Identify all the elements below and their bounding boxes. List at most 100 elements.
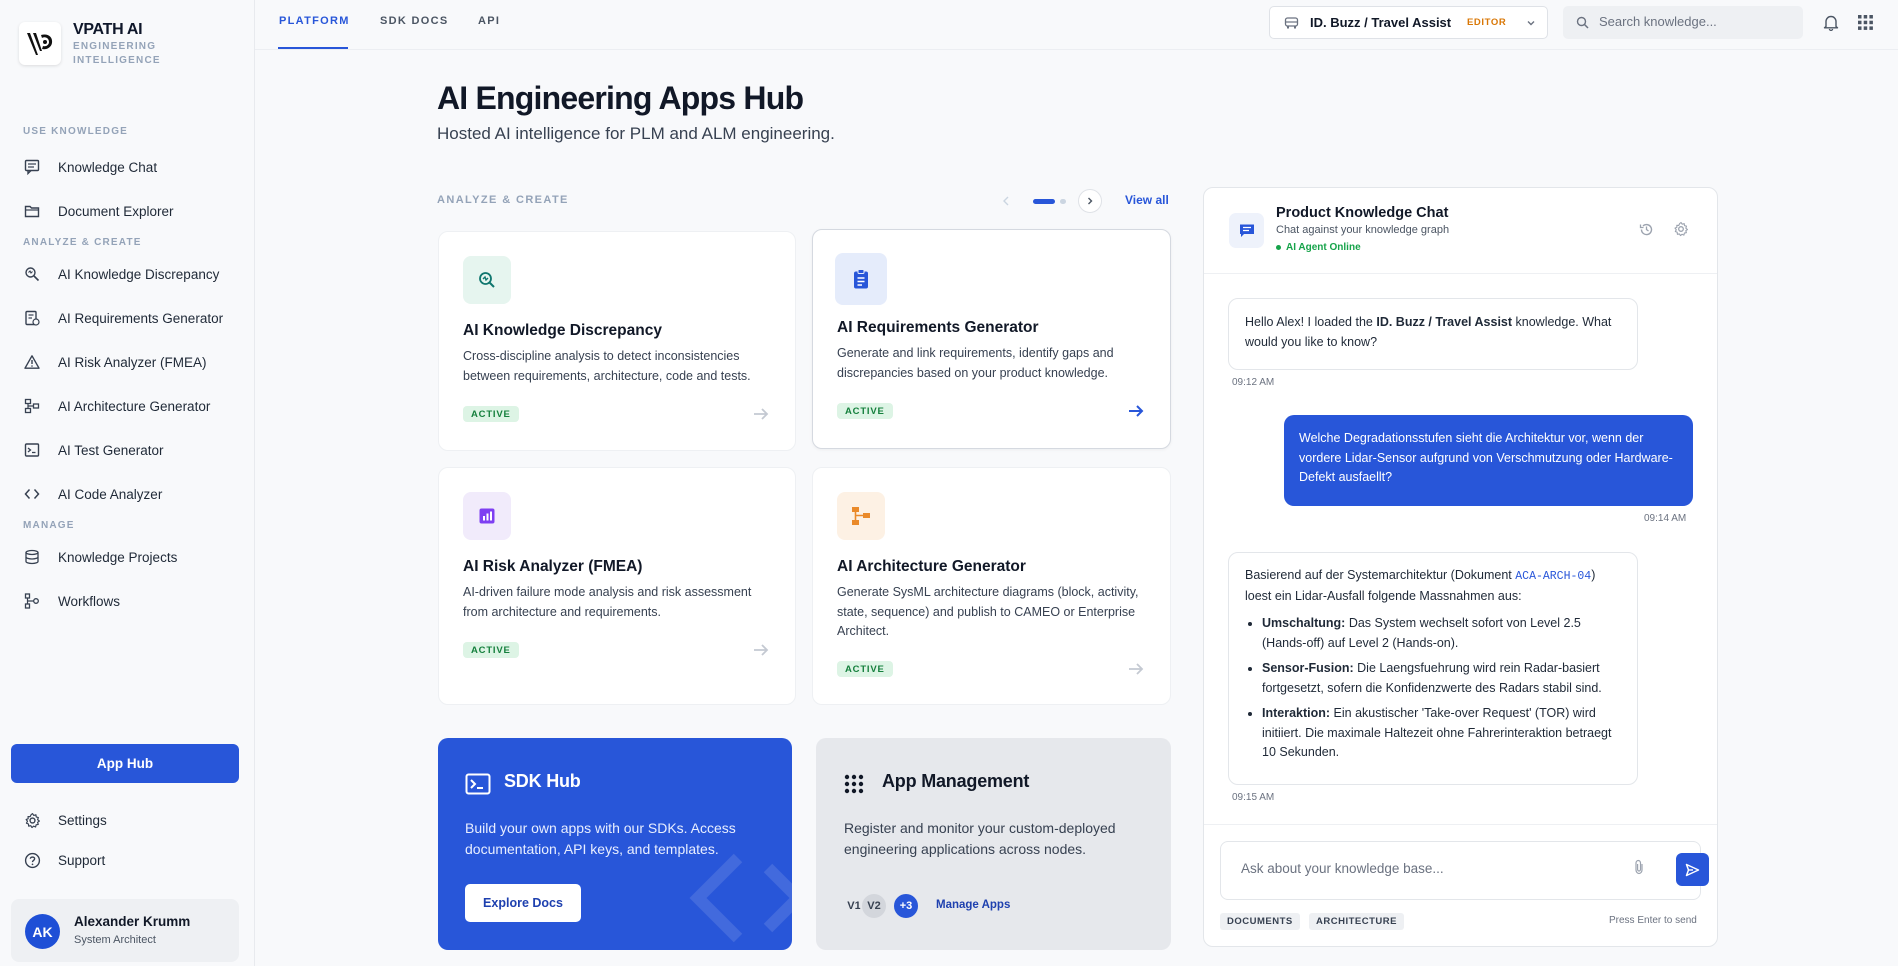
card-description: AI-driven failure mode analysis and risk… <box>463 585 752 619</box>
checklist-icon <box>23 309 41 327</box>
brand-title: VPATH AI <box>73 21 143 38</box>
sidebar-item-label: AI Knowledge Discrepancy <box>58 266 220 282</box>
sidebar-item-settings[interactable]: Settings <box>11 802 243 838</box>
version-badge: +3 <box>892 892 920 920</box>
sidebar-item-label: AI Test Generator <box>58 442 164 458</box>
app-card-requirements-generator[interactable]: AI Requirements Generator Generate and l… <box>812 229 1171 449</box>
list-item-label: Interaktion: <box>1262 706 1331 720</box>
grid-dots-icon <box>844 774 864 794</box>
active-tab-indicator <box>278 47 348 49</box>
history-icon[interactable] <box>1639 222 1654 237</box>
card-description: Generate SysML architecture diagrams (bl… <box>837 585 1139 638</box>
context-chip[interactable]: ARCHITECTURE <box>1309 913 1404 930</box>
app-card-knowledge-discrepancy[interactable]: AI Knowledge Discrepancy Cross-disciplin… <box>438 231 796 451</box>
sidebar-item-ai-knowledge-discrepancy[interactable]: AI Knowledge Discrepancy <box>11 256 243 292</box>
logo-icon <box>27 32 53 55</box>
project-name: ID. Buzz / Travel Assist <box>1310 15 1452 30</box>
sdk-hub-description: Build your own apps with our SDKs. Acces… <box>465 820 736 857</box>
sidebar-item-workflows[interactable]: Workflows <box>11 583 243 619</box>
chat-input-container[interactable] <box>1220 841 1709 900</box>
status-badge: ACTIVE <box>837 661 893 677</box>
app-card-architecture-generator[interactable]: AI Architecture Generator Generate SysML… <box>812 467 1171 705</box>
architecture-icon <box>837 492 885 540</box>
chat-input[interactable] <box>1241 861 1621 876</box>
tab-platform[interactable]: PLATFORM <box>279 15 350 27</box>
user-profile[interactable]: AK Alexander Krumm System Architect <box>11 899 239 962</box>
context-chip[interactable]: DOCUMENTS <box>1220 913 1300 930</box>
message-text-bold: ID. Buzz / Travel Assist <box>1376 315 1513 329</box>
message-timestamp: 09:15 AM <box>1232 792 1275 803</box>
page-subtitle: Hosted AI intelligence for PLM and ALM e… <box>437 124 835 143</box>
chevron-down-icon <box>1526 18 1536 28</box>
project-selector[interactable]: ID. Buzz / Travel Assist EDITOR <box>1269 6 1548 39</box>
sidebar-item-ai-requirements-generator[interactable]: AI Requirements Generator <box>11 300 243 336</box>
carousel-prev-icon[interactable] <box>998 194 1014 208</box>
explore-docs-button[interactable]: Explore Docs <box>465 884 581 922</box>
sidebar-item-knowledge-chat[interactable]: Knowledge Chat <box>11 149 243 185</box>
search-input[interactable] <box>1599 14 1794 29</box>
agent-status: AI Agent Online <box>1276 242 1361 253</box>
send-icon <box>1685 863 1700 876</box>
sidebar-item-label: Knowledge Projects <box>58 549 178 565</box>
send-button[interactable] <box>1676 853 1709 886</box>
arrow-right-icon[interactable] <box>1126 659 1146 679</box>
card-description: Generate and link requirements, identify… <box>837 346 1114 380</box>
search-sparkle-icon <box>23 265 41 283</box>
card-title: AI Knowledge Discrepancy <box>463 322 662 339</box>
sidebar-item-ai-architecture-generator[interactable]: AI Architecture Generator <box>11 388 243 424</box>
paperclip-icon[interactable] <box>1632 859 1646 875</box>
sidebar-item-ai-risk-analyzer[interactable]: AI Risk Analyzer (FMEA) <box>11 344 243 380</box>
brand-subtitle: ENGINEERING INTELLIGENCE <box>73 41 161 66</box>
tab-sdk-docs[interactable]: SDK DOCS <box>380 15 448 27</box>
sidebar-item-support[interactable]: Support <box>11 842 243 878</box>
card-description: Cross-discipline analysis to detect inco… <box>463 349 751 383</box>
clipboard-icon <box>835 253 887 305</box>
architecture-icon <box>23 397 41 415</box>
sidebar-item-ai-code-analyzer[interactable]: AI Code Analyzer <box>11 476 243 512</box>
app-management-title: App Management <box>882 771 1030 791</box>
sidebar-item-label: Knowledge Chat <box>58 159 158 175</box>
list-item: Sensor-Fusion: Die Laengsfuehrung wird r… <box>1262 659 1621 698</box>
tab-api[interactable]: API <box>478 15 500 27</box>
database-icon <box>23 548 41 566</box>
chart-icon <box>463 492 511 540</box>
app-card-risk-analyzer[interactable]: AI Risk Analyzer (FMEA) AI-driven failur… <box>438 467 796 705</box>
app-hub-button[interactable]: App Hub <box>11 744 239 783</box>
app-management-card[interactable]: App Management Register and monitor your… <box>816 738 1171 950</box>
message-text: Basierend auf der Systemarchitektur (Dok… <box>1245 568 1516 582</box>
search-sparkle-icon <box>463 256 511 304</box>
car-icon <box>1284 16 1299 30</box>
gear-icon[interactable] <box>1673 221 1689 237</box>
sidebar: VPATH AI ENGINEERING INTELLIGENCE USE KN… <box>0 0 255 966</box>
folder-icon <box>23 202 41 220</box>
sidebar-item-label: Support <box>58 852 106 868</box>
code-watermark-icon <box>689 853 792 943</box>
list-item: Umschaltung: Das System wechselt sofort … <box>1262 614 1621 653</box>
view-all-link[interactable]: View all <box>1125 193 1169 207</box>
carousel-dot-active[interactable] <box>1033 199 1055 204</box>
sidebar-item-document-explorer[interactable]: Document Explorer <box>11 193 243 229</box>
carousel-next-icon[interactable] <box>1078 189 1102 213</box>
arrow-right-icon[interactable] <box>1126 401 1146 421</box>
ai-message: Hello Alex! I loaded the ID. Buzz / Trav… <box>1228 298 1638 370</box>
sidebar-item-label: Workflows <box>58 593 121 609</box>
manage-apps-link[interactable]: Manage Apps <box>936 899 1010 911</box>
status-badge: ACTIVE <box>463 642 519 658</box>
sdk-hub-title: SDK Hub <box>504 771 581 791</box>
chat-icon <box>1229 213 1264 248</box>
workflow-icon <box>23 592 41 610</box>
apps-grid-icon[interactable] <box>1858 15 1873 30</box>
arrow-right-icon[interactable] <box>751 640 771 660</box>
sdk-hub-card[interactable]: SDK Hub Build your own apps with our SDK… <box>438 738 792 950</box>
sidebar-item-label: AI Code Analyzer <box>58 486 163 502</box>
answer-list: Umschaltung: Das System wechselt sofort … <box>1245 614 1621 763</box>
carousel-dot[interactable] <box>1060 199 1066 204</box>
search-box[interactable] <box>1563 6 1803 39</box>
sidebar-item-label: AI Architecture Generator <box>58 398 211 414</box>
gear-icon <box>23 811 41 829</box>
sidebar-item-knowledge-projects[interactable]: Knowledge Projects <box>11 539 243 575</box>
role-badge: EDITOR <box>1467 17 1507 28</box>
arrow-right-icon[interactable] <box>751 404 771 424</box>
bell-icon[interactable] <box>1823 14 1839 31</box>
sidebar-item-ai-test-generator[interactable]: AI Test Generator <box>11 432 243 468</box>
